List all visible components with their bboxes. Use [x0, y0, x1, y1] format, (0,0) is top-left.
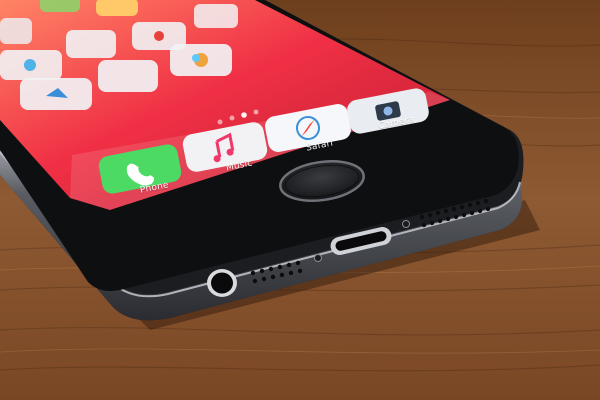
screw-right: [402, 220, 410, 228]
app-icon[interactable]: [66, 30, 116, 58]
app-icon[interactable]: [194, 4, 238, 28]
phone-photo: [0, 0, 600, 400]
app-icon[interactable]: [0, 18, 32, 44]
screw-left: [314, 254, 322, 262]
app-icon[interactable]: [98, 60, 158, 92]
app-icon[interactable]: [40, 0, 80, 12]
app-icon[interactable]: [96, 0, 138, 16]
